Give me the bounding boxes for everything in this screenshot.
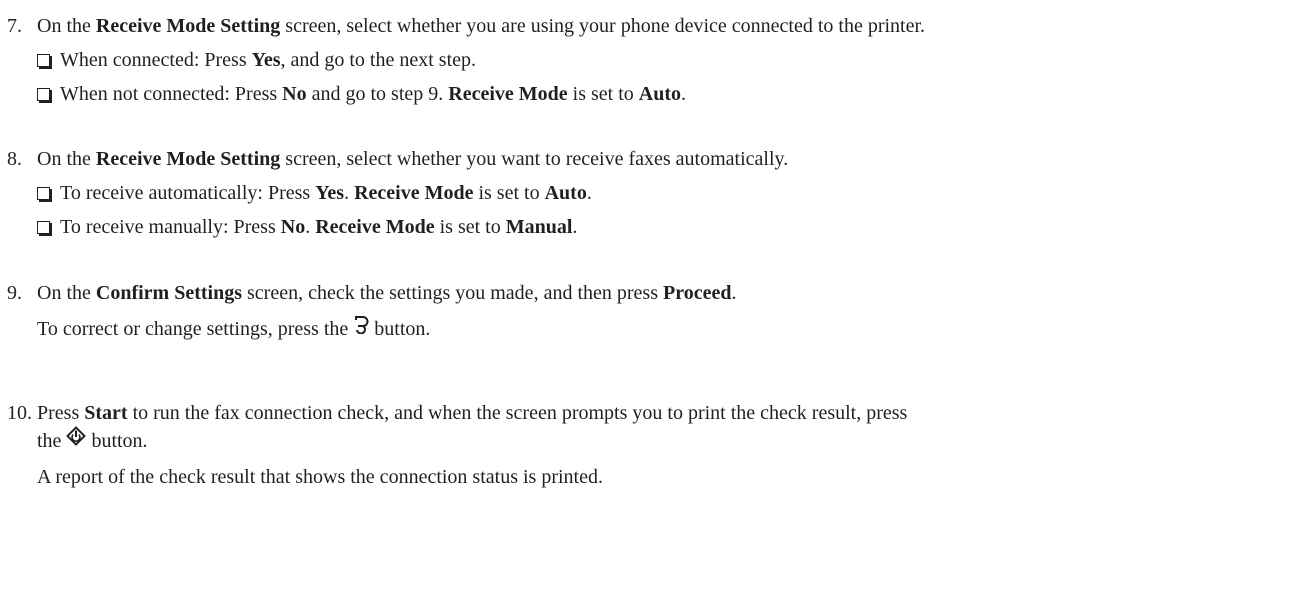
bold-term: Manual [505, 216, 573, 238]
bold-term: Auto [544, 182, 587, 204]
step-text: On the Receive Mode Setting screen, sele… [37, 13, 925, 40]
text-run: screen, check the settings you made, and… [242, 282, 663, 304]
step-text: Press Start to run the fax connection ch… [37, 400, 907, 427]
text-run: is set to [434, 216, 506, 238]
step-number: 8. [7, 148, 22, 170]
text-run: . [572, 216, 578, 238]
step-text: On the Confirm Settings screen, check th… [37, 280, 736, 307]
start-icon [66, 426, 87, 454]
bold-term: No [282, 83, 307, 105]
step-number: 10. [7, 402, 32, 424]
bold-term: Proceed [662, 282, 732, 304]
text-run: . [305, 216, 316, 238]
checklist-item-text: When connected: Press Yes, and go to the… [60, 49, 476, 71]
text-run: is set to [473, 182, 545, 204]
step-note: To correct or change settings, press the… [37, 316, 430, 344]
bold-term: Receive Mode [448, 83, 568, 105]
bold-term: Receive Mode [315, 216, 435, 238]
text-run: To correct or change settings, press the [37, 318, 354, 340]
text-run: button. [86, 430, 148, 452]
text-run: When not connected: Press [60, 83, 283, 105]
checkbox-bullet-icon [37, 53, 50, 67]
text-run: Press [37, 402, 85, 424]
bold-term: Receive Mode Setting [95, 15, 281, 37]
checklist-item: When connected: Press Yes, and go to the… [37, 47, 476, 74]
back-icon [353, 314, 369, 342]
checkbox-bullet-icon [37, 186, 50, 200]
bold-term: Receive Mode Setting [95, 148, 281, 170]
checklist-item: To receive manually: Press No. Receive M… [37, 214, 577, 241]
bold-term: Yes [251, 49, 281, 71]
bold-term: Receive Mode [354, 182, 474, 204]
instruction-document: 7. On the Receive Mode Setting screen, s… [0, 0, 1306, 589]
step-number: 7. [7, 15, 22, 37]
checklist-item: When not connected: Press No and go to s… [37, 81, 686, 108]
checkbox-bullet-icon [37, 220, 50, 234]
text-run: is set to [567, 83, 639, 105]
text-run: button. [369, 318, 431, 340]
bold-term: Yes [315, 182, 345, 204]
text-run: On the [37, 282, 96, 304]
text-run: screen, select whether you want to recei… [280, 148, 789, 170]
text-run: . [586, 182, 592, 204]
text-run: To receive manually: Press [60, 216, 281, 238]
bold-term: No [280, 216, 306, 238]
checklist-item-text: To receive manually: Press No. Receive M… [60, 216, 577, 238]
checklist-item-text: When not connected: Press No and go to s… [60, 83, 686, 105]
text-run: . [344, 182, 355, 204]
text-run: A report of the check result that shows … [37, 466, 603, 488]
text-run: . [681, 83, 687, 105]
text-run: On the [37, 15, 96, 37]
step-text: On the Receive Mode Setting screen, sele… [37, 146, 788, 173]
text-run: . [731, 282, 737, 304]
text-run: to run the fax connection check, and whe… [127, 402, 908, 424]
text-run: , and go to the next step. [280, 49, 477, 71]
text-run: On the [37, 148, 96, 170]
bold-term: Auto [638, 83, 682, 105]
checklist-item-text: To receive automatically: Press Yes. Rec… [60, 182, 592, 204]
step-number: 9. [7, 282, 22, 304]
text-run: and go to step 9. [306, 83, 449, 105]
bold-term: Confirm Settings [95, 282, 242, 304]
step-note: A report of the check result that shows … [37, 464, 603, 491]
text-run: To receive automatically: Press [60, 182, 316, 204]
text-run: screen, select whether you are using you… [280, 15, 926, 37]
checklist-item: To receive automatically: Press Yes. Rec… [37, 180, 592, 207]
checkbox-bullet-icon [37, 87, 50, 101]
text-run: the [37, 430, 67, 452]
step-text-continued: the button. [37, 426, 148, 456]
text-run: When connected: Press [60, 49, 252, 71]
bold-term: Start [84, 402, 128, 424]
